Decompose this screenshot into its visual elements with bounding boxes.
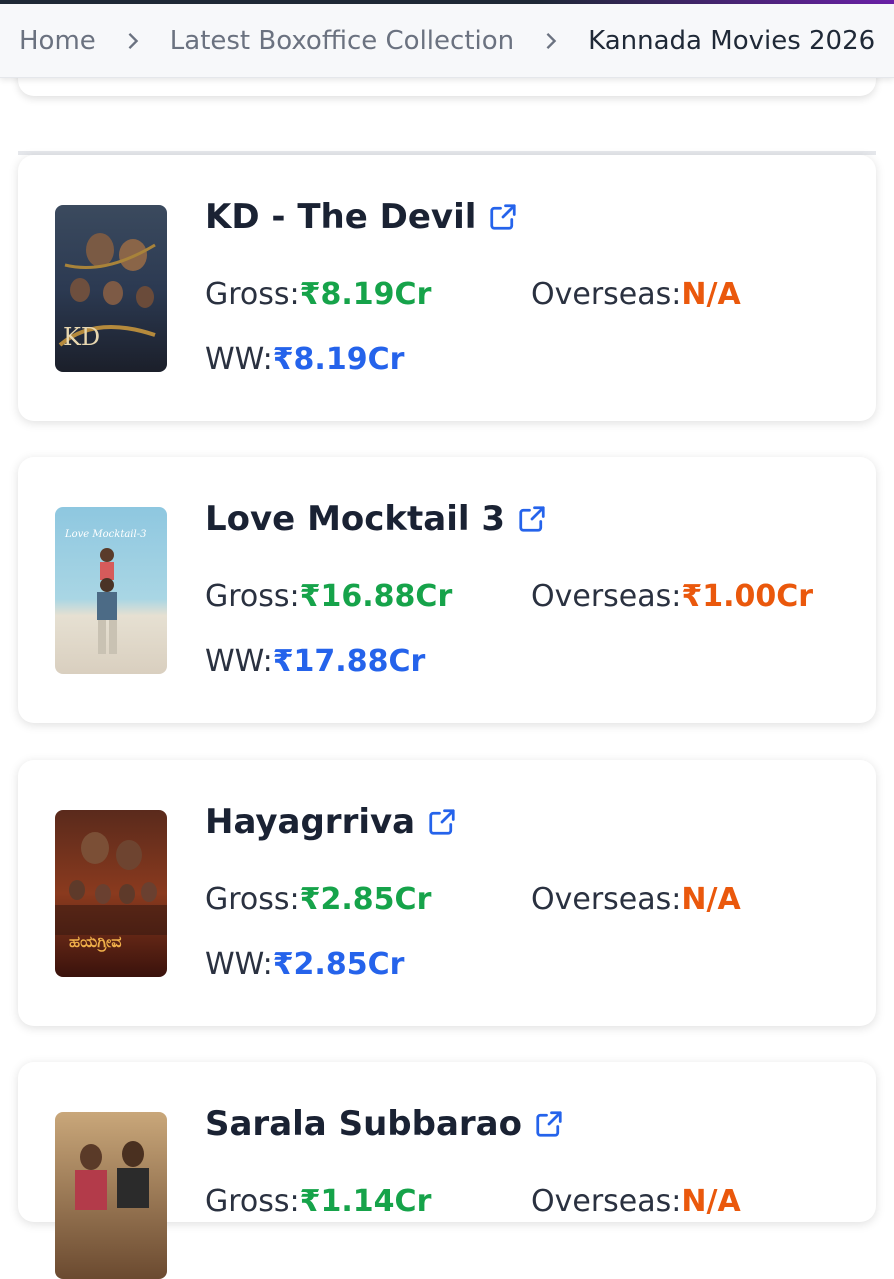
movie-title[interactable]: Sarala Subbarao [205,1104,522,1144]
overseas-stat: Overseas:N/A [531,882,741,917]
overseas-label: Overseas: [531,277,682,312]
movie-poster[interactable]: KD [55,205,167,372]
ww-value: ₹17.88Cr [272,644,426,679]
movie-title[interactable]: Hayagrriva [205,802,415,842]
poster-text: KD [63,323,101,351]
movie-poster[interactable] [55,1112,167,1279]
ww-stat: WW:₹17.88Cr [205,644,425,679]
movie-poster[interactable]: ಹಯಗ್ರೀವ [55,810,167,977]
gross-value: ₹16.88Cr [299,579,453,614]
movie-poster[interactable]: Love Mocktail-3 [55,507,167,674]
external-link-icon[interactable] [517,504,547,534]
movie-card[interactable]: Love Mocktail-3 Love Mocktail 3 Gross:₹1… [18,457,876,723]
gross-stat: Gross:₹2.85Cr [205,882,431,917]
movie-title[interactable]: Love Mocktail 3 [205,499,505,539]
external-link-icon[interactable] [488,202,518,232]
movie-card[interactable]: ಹಯಗ್ರೀವ Hayagrriva Gross:₹2.85Cr Oversea… [18,760,876,1026]
poster-text: Love Mocktail-3 [65,529,147,540]
gross-label: Gross: [205,882,300,917]
overseas-stat: Overseas:₹1.00Cr [531,579,813,614]
ww-label: WW: [205,947,273,982]
gross-stat: Gross:₹8.19Cr [205,277,431,312]
breadcrumb-current-page: Kannada Movies 2026 [588,25,876,56]
ww-value: ₹8.19Cr [272,342,405,377]
overseas-label: Overseas: [531,579,682,614]
overseas-value: N/A [681,277,741,312]
gross-label: Gross: [205,277,300,312]
overseas-value: N/A [681,882,741,917]
gross-value: ₹1.14Cr [299,1184,432,1219]
movie-title[interactable]: KD - The Devil [205,197,476,237]
ww-label: WW: [205,342,273,377]
gross-stat: Gross:₹16.88Cr [205,579,452,614]
chevron-right-icon [532,31,570,51]
chevron-right-icon [114,31,152,51]
overseas-value: N/A [681,1184,741,1219]
external-link-icon[interactable] [427,807,457,837]
gross-label: Gross: [205,1184,300,1219]
overseas-value: ₹1.00Cr [681,579,814,614]
overseas-label: Overseas: [531,1184,682,1219]
ww-stat: WW:₹2.85Cr [205,947,404,982]
breadcrumb-home[interactable]: Home [19,26,96,56]
gross-value: ₹8.19Cr [299,277,432,312]
gross-stat: Gross:₹1.14Cr [205,1184,431,1219]
ww-value: ₹2.85Cr [272,947,405,982]
ww-label: WW: [205,644,273,679]
breadcrumb-latest-boxoffice[interactable]: Latest Boxoffice Collection [170,26,514,56]
external-link-icon[interactable] [534,1109,564,1139]
movie-card[interactable]: Sarala Subbarao Gross:₹1.14Cr Overseas:N… [18,1062,876,1279]
overseas-stat: Overseas:N/A [531,277,741,312]
gross-label: Gross: [205,579,300,614]
poster-text: ಹಯಗ್ರೀವ [69,932,122,951]
ww-stat: WW:₹8.19Cr [205,342,404,377]
overseas-stat: Overseas:N/A [531,1184,741,1219]
overseas-label: Overseas: [531,882,682,917]
breadcrumb: Home Latest Boxoffice Collection Kannada… [0,4,894,78]
gross-value: ₹2.85Cr [299,882,432,917]
movie-card[interactable]: KD KD - The Devil Gross:₹8.19Cr Overseas… [18,155,876,421]
